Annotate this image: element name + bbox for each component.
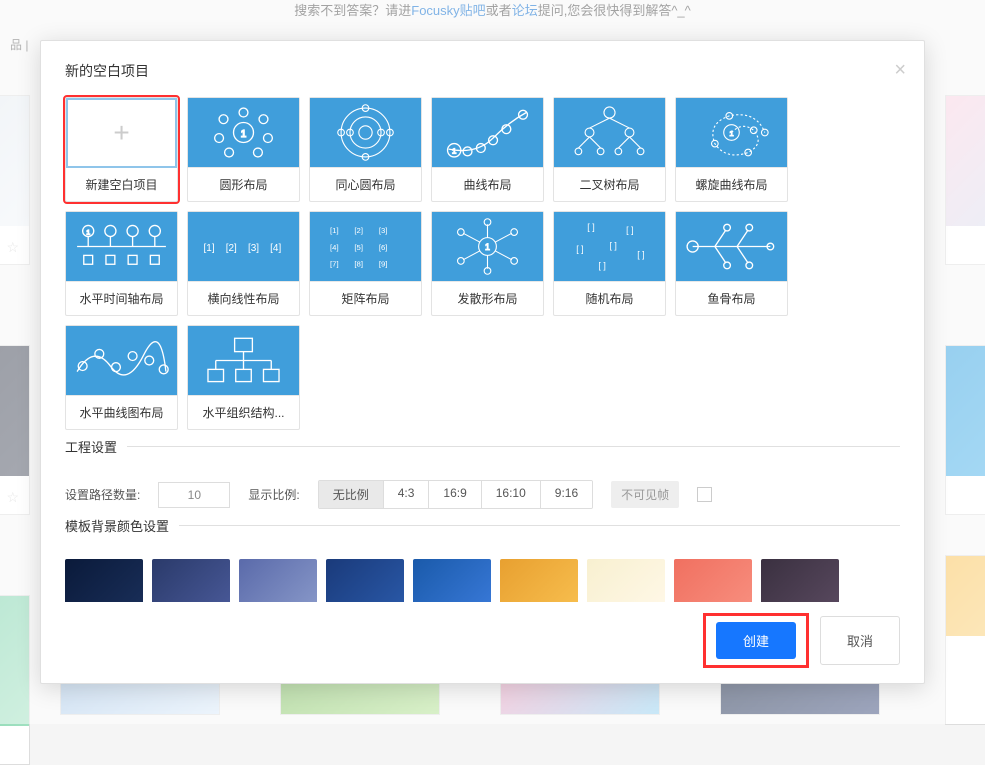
ratio-16-9[interactable]: 16:9: [429, 481, 481, 508]
invisible-frame-checkbox[interactable]: [697, 487, 712, 502]
ratio-group: 无比例 4:3 16:9 16:10 9:16: [318, 480, 593, 509]
color-grid: [65, 559, 900, 602]
color-swatch-4[interactable]: [413, 559, 491, 602]
background-settings-title: 模板背景颜色设置: [65, 525, 900, 545]
svg-text:1: 1: [241, 129, 247, 140]
layout-spiral[interactable]: 1 螺旋曲线布局: [675, 97, 788, 202]
path-count-label: 设置路径数量:: [65, 486, 140, 503]
svg-text:[1]: [1]: [330, 226, 339, 235]
path-count-input[interactable]: [158, 482, 230, 508]
layout-h-timeline[interactable]: 1 水平时间轴布局: [65, 211, 178, 316]
color-swatch-8[interactable]: [761, 559, 839, 602]
svg-text:[3]: [3]: [248, 243, 259, 254]
svg-text:[4]: [4]: [330, 243, 339, 252]
svg-text:[8]: [8]: [354, 259, 363, 268]
layout-matrix[interactable]: [1][2][3][4][5][6][7][8][9] 矩阵布局: [309, 211, 422, 316]
svg-text:1: 1: [729, 129, 733, 138]
svg-text:[2]: [2]: [226, 243, 237, 254]
layout-binary-tree[interactable]: 二叉树布局: [553, 97, 666, 202]
svg-text:[ ]: [ ]: [598, 261, 605, 271]
layout-h-org-chart[interactable]: 水平组织结构...: [187, 325, 300, 430]
modal-title: 新的空白项目: [65, 61, 149, 81]
svg-text:[ ]: [ ]: [610, 241, 617, 251]
svg-text:[9]: [9]: [379, 259, 388, 268]
layout-h-curve-chart[interactable]: 水平曲线图布局: [65, 325, 178, 430]
color-swatch-6[interactable]: [587, 559, 665, 602]
svg-text:[7]: [7]: [330, 259, 339, 268]
project-settings-title: 工程设置: [65, 446, 900, 466]
color-swatch-2[interactable]: [239, 559, 317, 602]
svg-text:[ ]: [ ]: [626, 225, 633, 235]
svg-text:1: 1: [86, 229, 90, 236]
svg-text:[1]: [1]: [204, 243, 215, 254]
ratio-label: 显示比例:: [248, 486, 299, 503]
svg-text:[ ]: [ ]: [587, 222, 594, 232]
svg-text:1: 1: [485, 242, 490, 252]
color-swatch-3[interactable]: [326, 559, 404, 602]
layout-curve[interactable]: 1 曲线布局: [431, 97, 544, 202]
invisible-frame-label: 不可见帧: [611, 481, 679, 508]
svg-text:[4]: [4]: [270, 243, 281, 254]
cancel-button[interactable]: 取消: [820, 616, 900, 665]
svg-text:1: 1: [452, 147, 456, 156]
ratio-4-3[interactable]: 4:3: [384, 481, 430, 508]
new-project-modal: 新的空白项目 × + 新建空白项目 1 圆形布局 同心圆布局 1 曲线布局: [40, 40, 925, 684]
svg-text:[2]: [2]: [354, 226, 363, 235]
layout-concentric[interactable]: 同心圆布局: [309, 97, 422, 202]
color-swatch-0[interactable]: [65, 559, 143, 602]
ratio-none[interactable]: 无比例: [319, 481, 384, 508]
layout-circle[interactable]: 1 圆形布局: [187, 97, 300, 202]
layout-new-blank[interactable]: + 新建空白项目: [65, 97, 178, 202]
svg-text:[ ]: [ ]: [576, 244, 583, 254]
ratio-16-10[interactable]: 16:10: [482, 481, 541, 508]
svg-text:[3]: [3]: [379, 226, 388, 235]
layout-h-linear[interactable]: [1][2][3][4] 横向线性布局: [187, 211, 300, 316]
svg-text:[5]: [5]: [354, 243, 363, 252]
svg-text:[6]: [6]: [379, 243, 388, 252]
layout-random[interactable]: [ ][ ][ ][ ][ ][ ] 随机布局: [553, 211, 666, 316]
color-swatch-7[interactable]: [674, 559, 752, 602]
color-swatch-5[interactable]: [500, 559, 578, 602]
layout-grid: + 新建空白项目 1 圆形布局 同心圆布局 1 曲线布局 二叉树布局 1 螺旋曲: [65, 97, 900, 430]
create-button[interactable]: 创建: [716, 622, 796, 659]
svg-text:[ ]: [ ]: [637, 250, 644, 260]
color-swatch-1[interactable]: [152, 559, 230, 602]
close-icon[interactable]: ×: [894, 59, 906, 82]
plus-icon: +: [113, 117, 129, 149]
layout-fishbone[interactable]: 鱼骨布局: [675, 211, 788, 316]
create-highlight: 创建: [706, 616, 806, 665]
layout-radial[interactable]: 1 发散形布局: [431, 211, 544, 316]
ratio-9-16[interactable]: 9:16: [541, 481, 592, 508]
